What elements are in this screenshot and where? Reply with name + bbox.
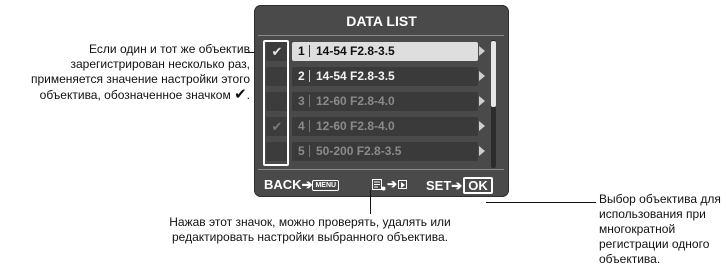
row-4-lens: 12-60 F2.8-4.0 <box>316 119 395 133</box>
set-arrow-icon: ➔ <box>451 178 463 193</box>
row-1-arrow-icon <box>479 46 485 56</box>
callout-left-body: Если один и тот же объектив зарегистриро… <box>30 42 250 102</box>
lens-row-1[interactable]: 1 14-54 F2.8-3.5 <box>292 42 478 61</box>
screen-title: DATA LIST <box>346 13 417 29</box>
play-key-icon <box>398 180 407 189</box>
callout-right-text: Выбор объектива для использования при мн… <box>599 192 721 266</box>
lens-row-5[interactable]: 5 50-200 F2.8-3.5 <box>292 142 478 161</box>
row-5-number: 5 <box>298 144 305 158</box>
lens-row-2[interactable]: 2 14-54 F2.8-3.5 <box>292 67 478 86</box>
info-icon[interactable] <box>372 179 386 191</box>
arrow-right-icon: ➔ <box>301 177 313 192</box>
footer-divider <box>258 169 504 170</box>
callout-right-leader-line <box>486 202 596 203</box>
row-1-lens: 14-54 F2.8-3.5 <box>316 44 395 58</box>
callout-bottom-leader-line <box>370 190 371 214</box>
row-5-arrow-icon <box>479 146 485 156</box>
row-5-lens: 50-200 F2.8-3.5 <box>316 144 402 158</box>
row-4-number: 4 <box>298 119 305 133</box>
row-4-arrow-icon <box>479 121 485 131</box>
ok-key-icon: OK <box>463 177 493 194</box>
callout-bottom-line-1: Нажав этот значок, можно проверять, удал… <box>169 215 451 229</box>
lens-row-4[interactable]: 4 12-60 F2.8-4.0 <box>292 117 478 136</box>
back-label: BACK <box>264 177 302 192</box>
info-arrow-icon: ➔ <box>387 177 398 191</box>
row-1-number: 1 <box>298 44 305 58</box>
row-3-arrow-icon <box>479 96 485 106</box>
callout-bottom-text: Нажав этот значок, можно проверять, удал… <box>100 215 520 245</box>
camera-screen: DATA LIST ✔ 1 14-54 F2.8-3.5 2 14-54 F2.8-… <box>254 5 509 197</box>
scrollbar-thumb[interactable] <box>491 41 496 107</box>
callout-left-period: . <box>246 88 250 102</box>
row-2-arrow-icon <box>479 71 485 81</box>
row-2-lens: 14-54 F2.8-3.5 <box>316 69 395 83</box>
title-divider <box>258 35 504 36</box>
set-label: SET <box>426 178 452 193</box>
menu-key-icon: MENU <box>312 180 340 191</box>
footer-set-hint[interactable]: SET➔ OK <box>426 177 493 194</box>
lens-row-3[interactable]: 3 12-60 F2.8-4.0 <box>292 92 478 111</box>
checkmark-icon: ✔ <box>234 86 247 103</box>
footer-back-hint[interactable]: BACK➔ MENU <box>264 177 340 193</box>
checkmark-column-highlight <box>263 40 289 166</box>
row-3-number: 3 <box>298 94 305 108</box>
callout-bottom-line-2: редактировать настройки выбранного объек… <box>172 230 448 244</box>
callout-left-text: Если один и тот же объектив зарегистриро… <box>4 42 250 103</box>
row-2-number: 2 <box>298 69 305 83</box>
row-3-lens: 12-60 F2.8-4.0 <box>316 94 395 108</box>
